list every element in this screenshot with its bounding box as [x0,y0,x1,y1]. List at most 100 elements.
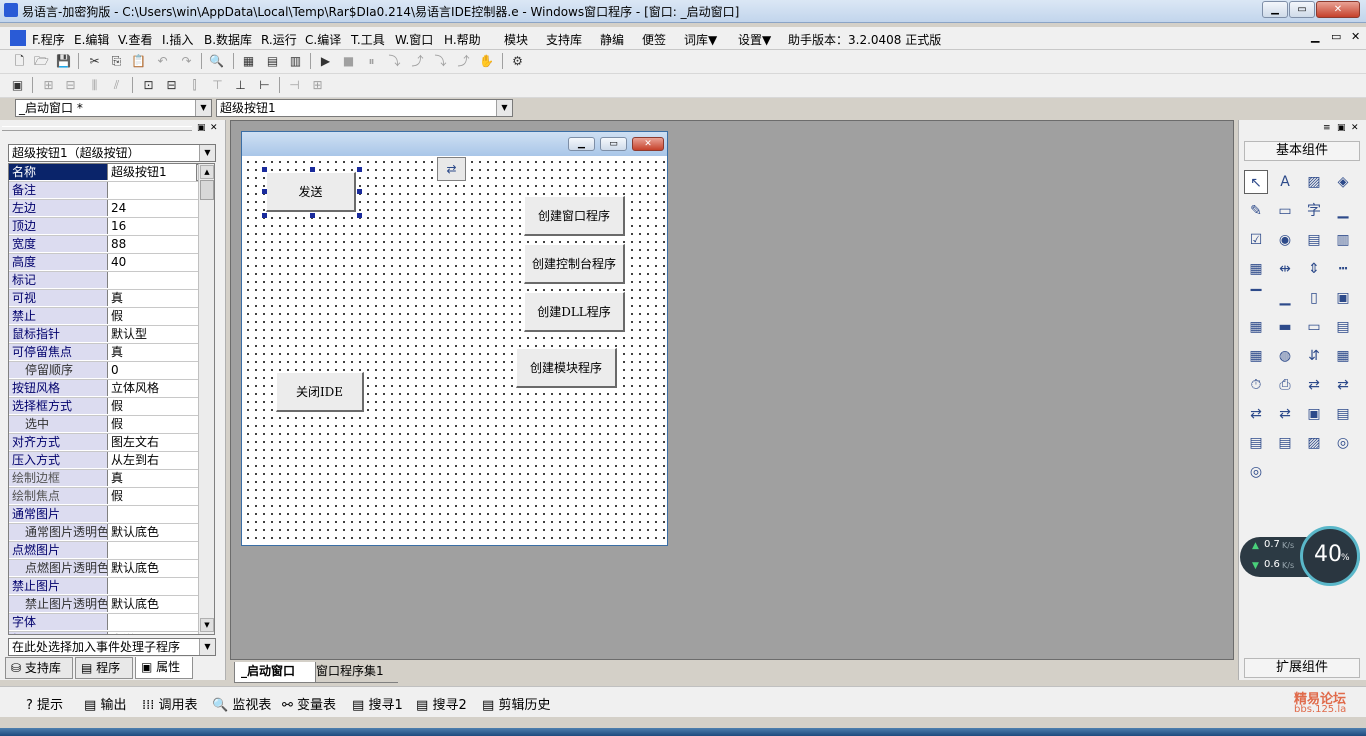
form-icon[interactable]: ▣ [9,77,26,93]
step-into-icon[interactable]: ⤵ [386,53,403,69]
component-tool-icon[interactable]: A [1273,170,1297,194]
menu-insert[interactable]: I.插入 [162,31,193,48]
component-tool-icon[interactable]: ✎ [1244,199,1268,223]
property-row[interactable]: 压入方式 从左到右 [9,452,214,470]
component-tool-icon[interactable]: ▔ [1244,286,1268,310]
extended-components-header[interactable]: 扩展组件 [1244,658,1360,678]
menu-run[interactable]: R.运行 [261,31,297,48]
resize-handle[interactable] [262,213,267,218]
redo-icon[interactable]: ↷ [178,53,195,69]
property-value[interactable]: 16 [108,218,203,234]
property-row[interactable]: 可停留焦点真 [9,344,214,362]
tab-call-stack[interactable]: ⁞⁞⁞ 调用表 [142,694,198,713]
pause-icon[interactable]: ⏸ [363,53,380,69]
panel-restore-icon[interactable]: ▣ [1337,123,1346,133]
menu-static-compile[interactable]: 静编 [600,31,624,48]
resize-handle[interactable] [357,213,362,218]
tab-clip-history[interactable]: ▤ 剪辑历史 [482,694,550,713]
send-button[interactable]: 发送 [266,172,356,212]
component-tool-icon[interactable]: ⇄ [1331,373,1355,397]
property-value[interactable] [108,542,203,558]
property-value[interactable] [108,506,203,522]
step-over-icon[interactable]: ⤵ [432,53,449,69]
open-file-icon[interactable]: 🗁 [33,53,50,69]
align-right-icon[interactable]: ⊟ [62,77,79,93]
menu-database[interactable]: B.数据库 [204,31,252,48]
mdi-minimize-button[interactable]: ▁ [1311,30,1319,43]
layout-3-icon[interactable]: ▥ [287,53,304,69]
property-value[interactable]: 40 [108,254,203,270]
resize-handle[interactable] [310,167,315,172]
property-row[interactable]: 点燃图片 [9,542,214,560]
property-row[interactable]: 通常图片透明色 默认底色 [9,524,214,542]
property-row[interactable]: 宽度 88 [9,236,214,254]
component-tool-icon[interactable]: ◉ [1273,228,1297,252]
layout-2-icon[interactable]: ▤ [264,53,281,69]
property-value[interactable]: 假 [108,308,203,324]
resize-handle[interactable] [310,213,315,218]
property-row[interactable]: 停留顺序 0 [9,362,214,380]
tab-hint[interactable]: ? 提示 [26,694,63,713]
undo-icon[interactable]: ↶ [154,53,171,69]
component-tool-icon[interactable]: ▨ [1302,170,1326,194]
form-window[interactable]: ▁ ▭ ✕ 发送 ⇄ 创建窗口程序 创建控制台程序 创建DLL程序 创建模块程序… [241,131,668,546]
component-tool-icon[interactable]: ⎙ [1273,373,1297,397]
center-v-icon[interactable]: ⊟ [163,77,180,93]
create-window-program-button[interactable]: 创建窗口程序 [524,196,625,236]
property-row[interactable]: 绘制边框真 [9,470,214,488]
property-row[interactable]: 可视真 [9,290,214,308]
grid-icon[interactable]: ⊞ [309,77,326,93]
property-row[interactable]: 禁止假 [9,308,214,326]
maximize-button[interactable]: ▭ [1289,1,1315,18]
scroll-thumb[interactable] [200,180,214,200]
property-row[interactable]: 备注 [9,182,214,200]
component-tool-icon[interactable]: ▭ [1302,315,1326,339]
tab-startup-window[interactable]: _启动窗口 [234,662,316,683]
property-value[interactable]: 默认底色 [108,596,203,612]
panel-close-icon[interactable]: ✕ [210,123,218,133]
property-value[interactable]: 从左到右 [108,452,203,468]
resize-handle[interactable] [262,167,267,172]
same-height-icon[interactable]: ⊢ [256,77,273,93]
component-tool-icon[interactable]: ▣ [1331,286,1355,310]
component-tool-icon[interactable]: ⇵ [1302,344,1326,368]
layout-1-icon[interactable]: ▦ [240,53,257,69]
component-tool-icon[interactable]: ◎ [1244,460,1268,484]
property-row[interactable]: 标题发送 [9,632,214,634]
scroll-up-icon[interactable]: ▲ [200,165,214,179]
component-selector[interactable]: 超级按钮1 ▼ [216,99,513,117]
property-value[interactable]: 立体风格 [108,380,203,396]
resize-handle[interactable] [357,189,362,194]
component-tool-icon[interactable]: ▦ [1244,257,1268,281]
tab-watch[interactable]: 🔍 监视表 [212,694,271,713]
component-tool-icon[interactable]: ▤ [1331,402,1355,426]
component-tool-icon[interactable]: ⏱ [1244,373,1268,397]
space-h-icon[interactable]: ⫿ [186,77,203,93]
form-maximize-icon[interactable]: ▭ [600,137,627,151]
property-value[interactable] [108,182,203,198]
menu-support-lib[interactable]: 支持库 [546,31,582,48]
menu-program[interactable]: F.程序 [32,31,65,48]
component-tool-icon[interactable]: 字 [1302,199,1326,223]
menu-lexicon[interactable]: 词库▼ [684,31,717,48]
same-size-icon[interactable]: ⊣ [286,77,303,93]
stop-icon[interactable]: ■ [340,53,357,69]
component-tool-icon[interactable]: ⇄ [1302,373,1326,397]
component-tool-icon[interactable]: ▥ [1331,228,1355,252]
tab-output[interactable]: ▤ 输出 [84,694,126,713]
scroll-down-icon[interactable]: ▼ [200,618,214,632]
component-tool-icon[interactable]: ▯ [1302,286,1326,310]
menu-view[interactable]: V.查看 [118,31,152,48]
property-row[interactable]: 高度 40 [9,254,214,272]
property-value[interactable]: 假 [108,398,203,414]
property-value[interactable]: 24 [108,200,203,216]
tab-support-lib[interactable]: ⛁ 支持库 [5,657,73,679]
save-icon[interactable]: 💾 [55,53,72,69]
property-value[interactable] [108,578,203,594]
mdi-restore-button[interactable]: ▭ [1331,30,1341,43]
property-row[interactable]: 名称超级按钮1••• [9,164,214,182]
property-value[interactable] [108,272,203,288]
component-tool-icon[interactable]: ⇄ [1273,402,1297,426]
tab-search2[interactable]: ▤ 搜寻2 [416,694,467,713]
menu-compile[interactable]: C.编译 [305,31,341,48]
